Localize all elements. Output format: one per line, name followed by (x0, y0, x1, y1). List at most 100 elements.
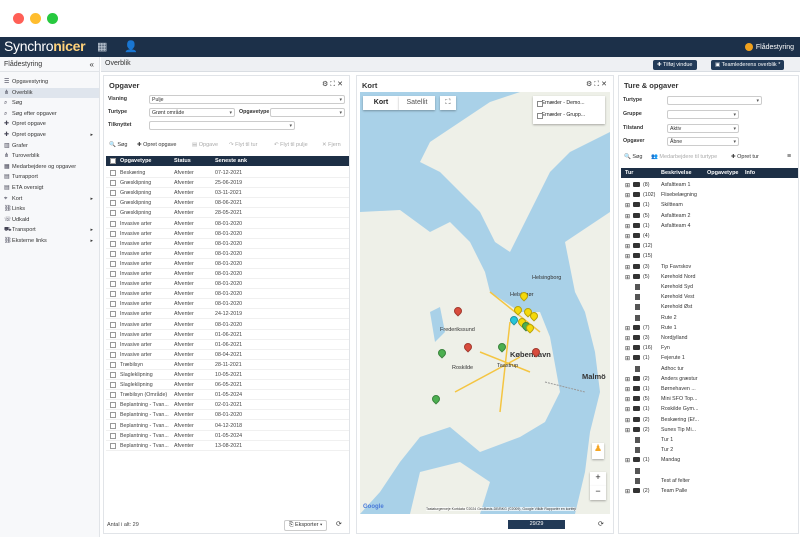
sidebar-item[interactable]: ☏Udkald (0, 215, 99, 226)
tour-state-select[interactable]: Aktiv (667, 124, 739, 133)
table-row[interactable]: Græsklipning Afventer 08-06-2021 (106, 198, 349, 209)
sidebar-item[interactable]: ⛓Eksterne links ▸ (0, 236, 99, 247)
expand-icon[interactable]: ⊞ (625, 427, 630, 434)
tree-row[interactable]: ⊞ (2) Sunes Tip Mi... (621, 425, 798, 435)
expand-icon[interactable]: ⊞ (625, 417, 630, 424)
row-checkbox[interactable] (110, 190, 116, 197)
app-logo[interactable]: Synchronicer (4, 38, 86, 54)
turtype-select[interactable]: Grønt område (149, 108, 235, 117)
expand-icon[interactable]: ⊞ (625, 192, 630, 199)
row-checkbox[interactable] (110, 372, 116, 378)
row-checkbox[interactable] (110, 260, 116, 267)
row-checkbox[interactable] (110, 240, 116, 247)
tree-row[interactable]: ⊞ (1) Mandag (621, 455, 798, 465)
row-checkbox[interactable] (110, 402, 116, 409)
dashboard-grid-icon[interactable]: ▦ (97, 40, 107, 53)
sidebar-item[interactable]: ⋔ Overblik (0, 87, 99, 99)
maximize-window-button[interactable] (47, 13, 58, 24)
tree-row[interactable]: ⊞ (5) Asfaltteam 2 (621, 211, 798, 221)
opgavetype-select[interactable] (270, 108, 345, 117)
row-checkbox[interactable] (110, 301, 116, 308)
expand-icon[interactable]: ⊞ (625, 396, 630, 403)
tree-row[interactable]: Kørehold Syd (621, 282, 798, 292)
table-row[interactable]: Træbilsyn (Område) Afventer 01-05-2024 (106, 390, 349, 401)
legend-checkbox[interactable] (537, 113, 543, 119)
tour-search-button[interactable]: 🔍 Søg (624, 154, 642, 160)
row-checkbox[interactable] (110, 351, 116, 358)
tree-row[interactable]: ⊞ (12) (621, 241, 798, 251)
tour-menu-icon[interactable]: ≡ (787, 153, 791, 160)
row-checkbox[interactable] (110, 321, 116, 328)
expand-icon[interactable]: ⊞ (625, 202, 630, 209)
expand-icon[interactable]: ⊞ (625, 376, 630, 383)
table-row[interactable]: Invasive arter Afventer 08-01-2020 (106, 229, 349, 239)
table-row[interactable]: Invasive arter Afventer 08-01-2020 (106, 239, 349, 249)
table-row[interactable]: Beplantning - Tvan... Afventer 08-01-2020 (106, 410, 349, 421)
expand-icon[interactable]: ⊞ (625, 406, 630, 413)
pegman-icon[interactable]: ♟ (592, 443, 604, 459)
zoom-in-button[interactable]: + (590, 472, 606, 486)
table-row[interactable]: Beplantning - Tvan... Afventer 01-05-2024 (106, 431, 349, 441)
expand-icon[interactable]: ⊞ (625, 345, 630, 352)
col-header-status[interactable]: Status (174, 158, 191, 164)
tilknyttet-select[interactable] (149, 121, 295, 130)
table-row[interactable]: Invasive arter Afventer 24-12-2019 (106, 309, 349, 320)
create-task-button[interactable]: ✚ Opret opgave (137, 142, 176, 148)
tree-row[interactable]: ⊞ (1) Børnehaven ... (621, 384, 798, 394)
row-checkbox[interactable] (110, 432, 116, 439)
sidebar-item[interactable]: ▤ Turrapport (0, 172, 99, 183)
sidebar-item[interactable]: ☰ Opgavestyring (0, 77, 99, 88)
tree-row[interactable]: ⊞ (5) Kørehold Nord (621, 272, 798, 282)
tree-row[interactable]: Tur 2 (621, 445, 798, 455)
row-checkbox[interactable] (110, 341, 116, 348)
tree-row[interactable]: Rute 2 (621, 313, 798, 323)
move-to-pool-button[interactable]: ↶ Flyt til pulje (274, 142, 308, 148)
expand-icon[interactable]: ⊞ (625, 488, 630, 495)
sidebar-item[interactable]: ⌕ Søg (0, 98, 99, 109)
tour-tasks-select[interactable]: Åbne (667, 137, 739, 146)
close-window-button[interactable] (13, 13, 24, 24)
module-selector[interactable]: Flådestyring (744, 43, 794, 51)
task-button[interactable]: ▤ Opgave (192, 142, 218, 148)
tree-row[interactable]: ⊞ (2) Anders græstur (621, 374, 798, 384)
remove-button[interactable]: ✕ Fjern (322, 142, 341, 148)
row-checkbox[interactable] (110, 392, 116, 399)
table-row[interactable]: Invasive arter Afventer 08-01-2020 (106, 249, 349, 259)
sidebar-item[interactable]: ▦ Medarbejdere og opgaver (0, 162, 99, 173)
sidebar-item[interactable]: ⌖ Kort ▸ (0, 194, 99, 205)
table-row[interactable]: Invasive arter Afventer 08-01-2020 (106, 289, 349, 300)
tree-row[interactable]: ⊞ (15) (621, 251, 798, 261)
row-checkbox[interactable] (110, 412, 116, 419)
sidebar-item[interactable]: ⛟Transport ▸ (0, 225, 99, 236)
tour-group-select[interactable] (667, 110, 739, 119)
tree-row[interactable]: ⊞ (1) Asfaltteam 4 (621, 221, 798, 231)
table-row[interactable]: Invasive arter Afventer 08-01-2020 (106, 269, 349, 280)
tree-row[interactable]: ⊞ (7) Rute 1 (621, 323, 798, 333)
sidebar-item[interactable]: ✚ Opret opgave (0, 119, 99, 130)
tree-row[interactable]: ⊞ (1) Fejerute 1 (621, 353, 798, 363)
expand-icon[interactable]: ⊞ (625, 253, 630, 260)
panel-controls[interactable]: ⚙⛶✕ (322, 80, 345, 89)
row-checkbox[interactable] (110, 210, 116, 217)
table-row[interactable]: Beplantning - Tvan... Afventer 13-08-2021 (106, 441, 349, 451)
row-checkbox[interactable] (110, 422, 116, 429)
row-checkbox[interactable] (110, 291, 116, 298)
row-checkbox[interactable] (110, 442, 116, 449)
table-row[interactable]: Invasive arter Afventer 08-01-2020 (106, 259, 349, 269)
col-header-seneste[interactable]: Seneste ank (215, 158, 247, 164)
tree-row[interactable]: Test af felter (621, 476, 798, 486)
tree-row[interactable]: ⊞ (102) Flisebelægning (621, 190, 798, 200)
col-header-opgavetype[interactable]: Opgavetype (120, 158, 151, 164)
row-checkbox[interactable] (110, 271, 116, 277)
map-tab-satellit[interactable]: Satellit (399, 96, 435, 110)
collapse-sidebar-icon[interactable]: « (90, 60, 94, 69)
table-row[interactable]: Græsklipning Afventer 25-06-2019 (106, 178, 349, 189)
legend-checkbox[interactable] (537, 101, 543, 107)
expand-icon[interactable]: ⊞ (625, 274, 630, 281)
table-row[interactable]: Træbilsyn Afventer 28-11-2021 (106, 360, 349, 370)
table-row[interactable]: Invasive arter Afventer 08-01-2020 (106, 279, 349, 290)
row-checkbox[interactable] (110, 361, 116, 368)
tour-turtype-select[interactable] (667, 96, 762, 105)
map-tab-kort[interactable]: Kort (363, 96, 399, 110)
expand-icon[interactable]: ⊞ (625, 233, 630, 240)
